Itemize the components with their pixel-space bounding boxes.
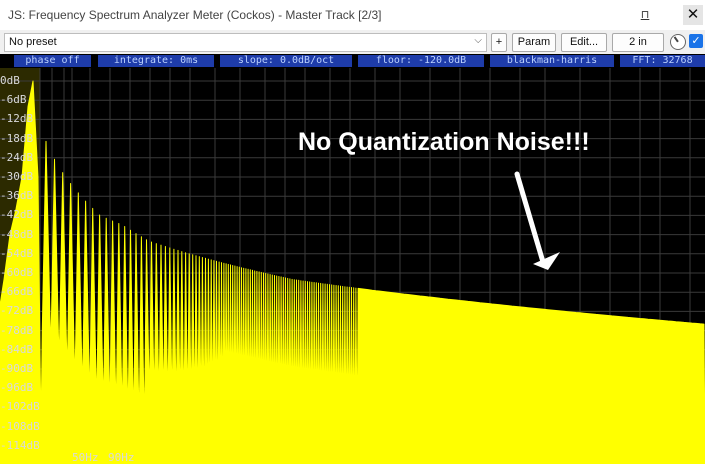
status-phase[interactable]: phase off bbox=[14, 55, 91, 67]
preset-value: No preset bbox=[9, 36, 57, 48]
y-tick-label: -6dB bbox=[0, 93, 27, 107]
status-window[interactable]: blackman-harris bbox=[490, 55, 614, 67]
y-tick-label: -54dB bbox=[0, 246, 34, 260]
spectrum-plot[interactable]: 0dB -6dB -12dB -18dB -24dB -30dB -36dB -42dB -48… bbox=[0, 54, 705, 464]
close-button[interactable]: ✕ bbox=[683, 5, 703, 25]
y-tick-label: -42dB bbox=[0, 208, 34, 222]
x-tick-label: 90Hz bbox=[108, 451, 135, 464]
y-tick-label: -102dB bbox=[0, 400, 40, 414]
title-bar: JS: Frequency Spectrum Analyzer Meter (C… bbox=[0, 0, 705, 30]
window-title: JS: Frequency Spectrum Analyzer Meter (C… bbox=[8, 8, 382, 22]
preset-dropdown[interactable]: No preset ⌵ bbox=[4, 33, 487, 52]
param-button[interactable]: Param bbox=[512, 33, 556, 52]
status-floor[interactable]: floor: -120.0dB bbox=[358, 55, 484, 67]
arrow-head-icon bbox=[533, 252, 560, 270]
y-tick-label: -24dB bbox=[0, 150, 34, 164]
y-tick-label: -60dB bbox=[0, 266, 34, 279]
status-bar: phase off integrate: 0ms slope: 0.0dB/oc… bbox=[0, 54, 705, 67]
y-tick-label: -30dB bbox=[0, 170, 34, 183]
annotation-text: No Quantization Noise!!! bbox=[298, 128, 590, 156]
y-tick-label: -72dB bbox=[0, 304, 34, 318]
status-slope[interactable]: slope: 0.0dB/oct bbox=[220, 55, 352, 67]
add-preset-button[interactable]: + bbox=[491, 33, 507, 52]
status-integrate[interactable]: integrate: 0ms bbox=[98, 55, 214, 67]
chevron-down-icon: ⌵ bbox=[474, 35, 482, 46]
io-button[interactable]: 2 in bbox=[612, 33, 664, 52]
y-tick-label: -36dB bbox=[0, 189, 34, 203]
arrow-shaft bbox=[514, 171, 546, 265]
y-tick-label: -12dB bbox=[0, 112, 34, 126]
y-tick-label: -108dB bbox=[0, 419, 40, 433]
pin-icon[interactable]: ⊓ bbox=[634, 5, 656, 25]
y-tick-label: -78dB bbox=[0, 323, 34, 337]
fx-toolbar: No preset ⌵ + Param Edit... 2 in ✓ bbox=[0, 30, 705, 54]
status-fft[interactable]: FFT: 32768 bbox=[620, 55, 705, 67]
y-tick-label: -96dB bbox=[0, 381, 34, 395]
enable-checkbox[interactable]: ✓ bbox=[689, 34, 703, 48]
y-tick-label: -90dB bbox=[0, 362, 34, 375]
y-tick-label: -114dB bbox=[0, 438, 40, 452]
y-tick-label: -84dB bbox=[0, 342, 34, 356]
wet-knob-icon[interactable] bbox=[670, 34, 686, 50]
y-tick-label: -66dB bbox=[0, 285, 34, 299]
edit-button[interactable]: Edit... bbox=[561, 33, 607, 52]
y-tick-label: 0dB bbox=[0, 74, 20, 87]
x-tick-label: 50Hz bbox=[72, 451, 99, 464]
y-tick-label: -18dB bbox=[0, 131, 34, 145]
spectrum-svg bbox=[0, 68, 705, 464]
y-tick-label: -48dB bbox=[0, 227, 34, 241]
